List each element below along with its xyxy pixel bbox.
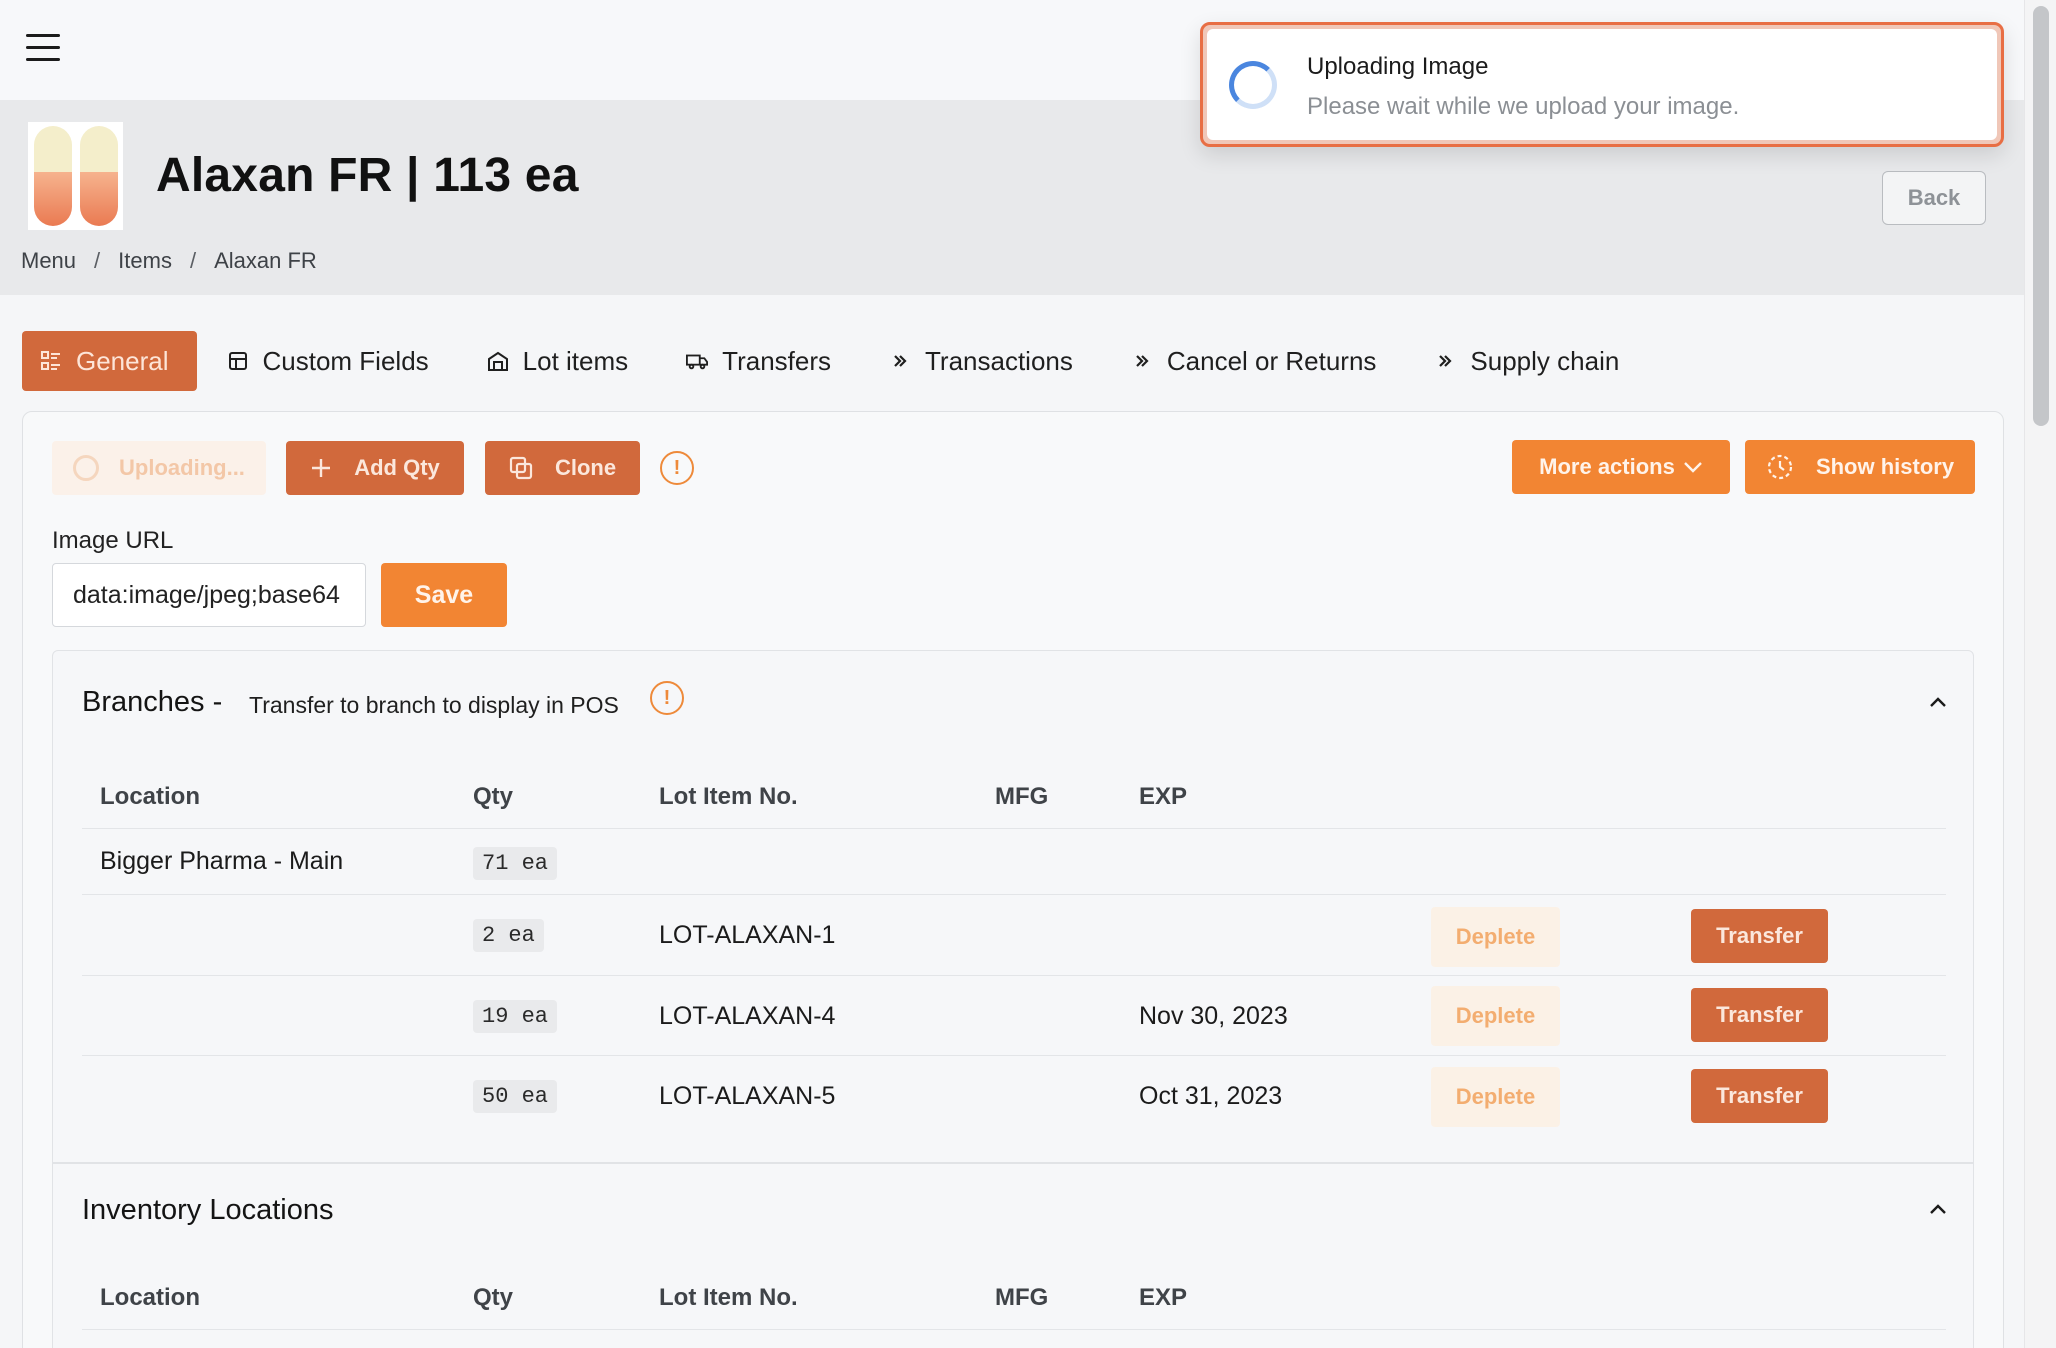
hamburger-menu-icon[interactable] [26, 34, 60, 62]
scrollbar-thumb[interactable] [2033, 6, 2049, 426]
truck-icon [686, 350, 709, 372]
inventory-table-header: Location Qty Lot Item No. MFG EXP [82, 1264, 1946, 1330]
qty-badge: 19 ea [473, 1000, 558, 1033]
column-mfg: MFG [995, 783, 1049, 810]
info-icon[interactable]: ! [660, 451, 694, 485]
collapse-chevron-up-icon[interactable] [1929, 1200, 1947, 1218]
tab-transactions[interactable]: Transactions [889, 331, 1073, 391]
tab-supply-chain-label: Supply chain [1470, 345, 1620, 376]
uploading-button: Uploading... [52, 441, 266, 495]
transfer-button[interactable]: Transfer [1691, 1069, 1828, 1123]
qty-badge: 50 ea [473, 1080, 558, 1113]
row-lot-item-no: LOT-ALAXAN-5 [659, 1082, 836, 1110]
row-exp: Nov 30, 2023 [1139, 1002, 1288, 1030]
toast-message: Please wait while we upload your image. [1307, 93, 1740, 120]
tab-cancel-returns-label: Cancel or Returns [1166, 345, 1377, 376]
tab-transactions-label: Transactions [925, 345, 1073, 376]
save-button[interactable]: Save [381, 563, 507, 627]
tab-cancel-returns[interactable]: Cancel or Returns [1131, 331, 1377, 391]
double-chevron-right-icon [1434, 350, 1456, 372]
branches-section: Branches - Transfer to branch to display… [52, 650, 1974, 1163]
column-lot-item-no: Lot Item No. [659, 1284, 798, 1311]
uploading-label: Uploading... [119, 455, 245, 480]
branches-table-header: Location Qty Lot Item No. MFG EXP [82, 763, 1946, 829]
tab-lot-items[interactable]: Lot items [487, 331, 629, 391]
table-row: 50 ea LOT-ALAXAN-5 Oct 31, 2023 Deplete … [82, 1056, 1946, 1136]
tab-transfers-label: Transfers [722, 345, 831, 376]
spinner-icon [73, 455, 100, 481]
breadcrumb: Menu / Items / Alaxan FR [21, 248, 317, 274]
loading-spinner-icon [1229, 61, 1277, 109]
deplete-button[interactable]: Deplete [1431, 986, 1560, 1046]
image-url-label: Image URL [52, 527, 174, 554]
row-lot-item-no: LOT-ALAXAN-4 [659, 1002, 836, 1030]
row-lot-item-no: LOT-ALAXAN-1 [659, 921, 836, 949]
tab-supply-chain[interactable]: Supply chain [1434, 331, 1619, 391]
inventory-locations-title: Inventory Locations [82, 1194, 334, 1226]
row-exp: Oct 31, 2023 [1139, 1082, 1283, 1110]
history-icon [1766, 453, 1794, 481]
back-button[interactable]: Back [1882, 171, 1986, 225]
tab-transfers[interactable]: Transfers [686, 331, 831, 391]
table-icon [227, 350, 249, 372]
add-qty-button[interactable]: Add Qty [286, 441, 464, 495]
clone-button[interactable]: Clone [485, 441, 640, 495]
inventory-locations-section: Inventory Locations Location Qty Lot Ite… [52, 1163, 1974, 1348]
collapse-chevron-up-icon[interactable] [1929, 693, 1947, 711]
qty-badge: 2 ea [473, 919, 544, 952]
deplete-button[interactable]: Deplete [1431, 907, 1560, 967]
branches-title: Branches - [82, 686, 223, 718]
info-icon[interactable]: ! [650, 681, 684, 715]
tab-custom-fields-label: Custom Fields [262, 345, 429, 376]
show-history-button[interactable]: Show history [1745, 440, 1975, 494]
page-title: Alaxan FR | 113 ea [156, 149, 579, 202]
toast-title: Uploading Image [1307, 53, 1489, 80]
list-icon [40, 350, 62, 372]
upload-toast: Uploading Image Please wait while we upl… [1200, 22, 2004, 147]
column-qty: Qty [473, 1284, 514, 1311]
chevron-down-icon [1683, 460, 1703, 474]
tab-general[interactable]: General [22, 331, 197, 391]
column-location: Location [100, 1284, 200, 1311]
branches-subtitle: Transfer to branch to display in POS [249, 692, 619, 718]
column-lot-item-no: Lot Item No. [659, 783, 798, 810]
column-exp: EXP [1139, 783, 1188, 810]
more-actions-label: More actions [1539, 454, 1675, 479]
image-url-input[interactable] [52, 563, 366, 627]
table-row: Bigger Pharma - Main 71 ea [82, 829, 1946, 895]
more-actions-button[interactable]: More actions [1512, 440, 1730, 494]
transfer-button[interactable]: Transfer [1691, 909, 1828, 963]
breadcrumb-items[interactable]: Items [118, 248, 172, 274]
double-chevron-right-icon [1131, 350, 1153, 372]
tab-lot-items-label: Lot items [522, 345, 629, 376]
copy-icon [509, 456, 533, 480]
column-exp: EXP [1139, 1284, 1188, 1311]
row-location: Bigger Pharma - Main [100, 847, 344, 875]
qty-badge: 71 ea [473, 847, 558, 880]
column-qty: Qty [473, 783, 514, 810]
table-row: 19 ea LOT-ALAXAN-4 Nov 30, 2023 Deplete … [82, 976, 1946, 1056]
breadcrumb-current: Alaxan FR [214, 248, 317, 273]
tab-custom-fields[interactable]: Custom Fields [227, 331, 429, 391]
double-chevron-right-icon [889, 350, 911, 372]
transfer-button[interactable]: Transfer [1691, 988, 1828, 1042]
column-location: Location [100, 783, 200, 810]
plus-icon [310, 457, 332, 479]
table-row: 2 ea LOT-ALAXAN-1 Deplete Transfer [82, 895, 1946, 976]
warehouse-icon [487, 350, 509, 372]
deplete-button[interactable]: Deplete [1431, 1067, 1560, 1127]
breadcrumb-menu[interactable]: Menu [21, 248, 76, 274]
product-image[interactable] [28, 122, 123, 230]
show-history-label: Show history [1815, 454, 1955, 479]
tab-bar: General Custom Fields Lot items Transfer… [22, 331, 1677, 391]
clone-label: Clone [554, 455, 617, 480]
tab-general-label: General [76, 345, 169, 376]
add-qty-label: Add Qty [354, 455, 440, 480]
page-scrollbar[interactable] [2024, 0, 2056, 1348]
column-mfg: MFG [995, 1284, 1049, 1311]
